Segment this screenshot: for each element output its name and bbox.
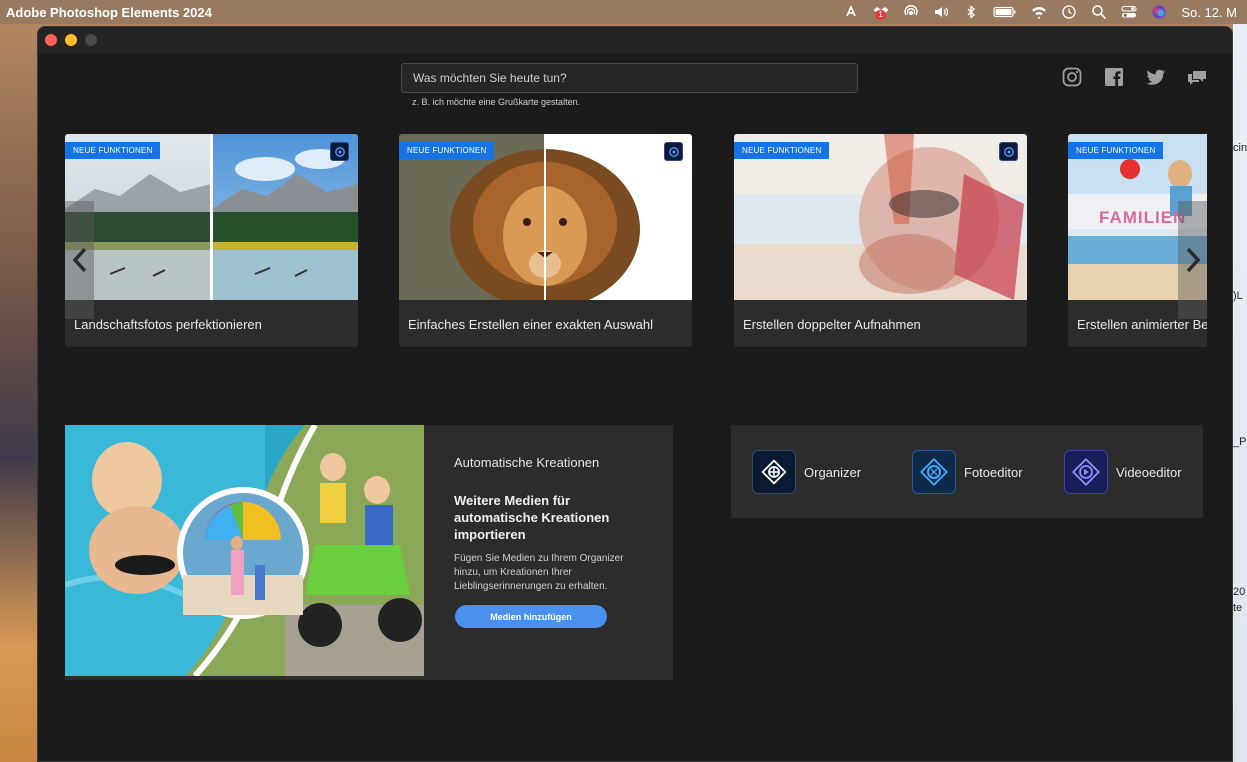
- menu-bar: Adobe Photoshop Elements 2024 1 So. 12. …: [0, 0, 1247, 24]
- feedback-icon[interactable]: [1186, 66, 1208, 88]
- chevron-left-icon: [72, 247, 86, 273]
- card-title: Einfaches Erstellen einer exakten Auswah…: [408, 317, 653, 332]
- notification-badge: 1: [875, 10, 886, 20]
- creative-cloud-icon[interactable]: [843, 4, 859, 20]
- new-feature-badge: NEUE FUNKTIONEN: [65, 142, 161, 159]
- search-hint: z. B. ich möchte eine Grußkarte gestalte…: [412, 97, 581, 107]
- auto-creations-subheading: Weitere Medien für automatische Kreation…: [454, 493, 610, 542]
- bluetooth-icon[interactable]: [963, 4, 979, 20]
- facebook-icon[interactable]: [1103, 66, 1125, 88]
- carousel-prev-button[interactable]: [65, 201, 94, 319]
- organizer-icon: [752, 450, 796, 494]
- photo-editor-icon: [912, 450, 956, 494]
- photo-editor-label: Fotoeditor: [964, 464, 1023, 480]
- app-launcher: Organizer Fotoeditor Videoeditor: [731, 425, 1203, 518]
- status-items: 1 So. 12. M: [843, 0, 1237, 24]
- card-overlay-text: FAMILIEN: [1099, 208, 1187, 227]
- photo-editor-launcher[interactable]: Fotoeditor: [912, 450, 1023, 494]
- feature-card[interactable]: NEUE FUNKTIONEN Landschaftsfotos perfekt…: [65, 134, 358, 347]
- new-feature-badge: NEUE FUNKTIONEN: [734, 142, 830, 159]
- video-editor-launcher[interactable]: Videoeditor: [1064, 450, 1182, 494]
- volume-icon[interactable]: [933, 4, 949, 20]
- dropbox-icon[interactable]: 1: [873, 4, 889, 20]
- auto-creations-heading: Automatische Kreationen: [454, 455, 600, 470]
- twitter-icon[interactable]: [1145, 66, 1167, 88]
- card-title: Erstellen doppelter Aufnahmen: [743, 317, 921, 332]
- search-input[interactable]: Was möchten Sie heute tun?: [401, 63, 858, 93]
- airdrop-icon[interactable]: [903, 4, 919, 20]
- title-bar: [38, 27, 1232, 54]
- carousel-next-button[interactable]: [1178, 201, 1207, 319]
- zoom-window-button[interactable]: [85, 34, 97, 46]
- time-machine-icon[interactable]: [1061, 4, 1077, 20]
- spotlight-search-icon[interactable]: [1091, 4, 1107, 20]
- video-editor-icon: [1064, 450, 1108, 494]
- peek-text: 20: [1233, 586, 1246, 598]
- feature-card[interactable]: NEUE FUNKTIONEN Einfaches Erstellen eine…: [399, 134, 692, 347]
- organizer-launcher[interactable]: Organizer: [752, 450, 861, 494]
- card-title: Landschaftsfotos perfektionieren: [74, 317, 262, 332]
- photo-editor-icon: [999, 142, 1018, 161]
- instagram-icon[interactable]: [1061, 66, 1083, 88]
- peek-text: _P: [1233, 436, 1247, 448]
- peek-text: cin: [1233, 142, 1247, 154]
- photo-editor-icon: [664, 142, 683, 161]
- new-feature-badge: NEUE FUNKTIONEN: [1068, 142, 1164, 159]
- minimize-window-button[interactable]: [65, 34, 77, 46]
- add-media-button[interactable]: Medien hinzufügen: [455, 605, 607, 628]
- menubar-clock[interactable]: So. 12. M: [1181, 5, 1237, 20]
- peek-text: te: [1233, 602, 1243, 614]
- new-feature-badge: NEUE FUNKTIONEN: [399, 142, 495, 159]
- battery-icon[interactable]: [993, 4, 1017, 20]
- feature-carousel: NEUE FUNKTIONEN Landschaftsfotos perfekt…: [65, 134, 1207, 348]
- app-window: Was möchten Sie heute tun? z. B. ich möc…: [37, 26, 1233, 762]
- close-window-button[interactable]: [45, 34, 57, 46]
- organizer-label: Organizer: [804, 464, 862, 480]
- app-name[interactable]: Adobe Photoshop Elements 2024: [6, 5, 212, 20]
- chevron-right-icon: [1186, 247, 1200, 273]
- home-screen: Was möchten Sie heute tun? z. B. ich möc…: [38, 54, 1232, 761]
- siri-icon[interactable]: [1151, 4, 1167, 20]
- card-title: Erstellen animierter Be: [1077, 317, 1207, 332]
- auto-creations-image: [65, 425, 424, 676]
- photo-editor-icon: [330, 142, 349, 161]
- peek-text: )L: [1233, 290, 1243, 302]
- control-center-icon[interactable]: [1121, 4, 1137, 20]
- video-editor-label: Videoeditor: [1116, 464, 1182, 480]
- desktop-window-peek: cin )L _P 20 te: [1233, 24, 1247, 762]
- auto-creations-panel: Automatische Kreationen Weitere Medien f…: [65, 425, 673, 680]
- search-placeholder: Was möchten Sie heute tun?: [413, 71, 567, 85]
- auto-creations-description: Fügen Sie Medien zu Ihrem Organizer hinz…: [454, 553, 624, 592]
- wifi-icon[interactable]: [1031, 4, 1047, 20]
- feature-card[interactable]: NEUE FUNKTIONEN Erstellen doppelter Aufn…: [734, 134, 1027, 347]
